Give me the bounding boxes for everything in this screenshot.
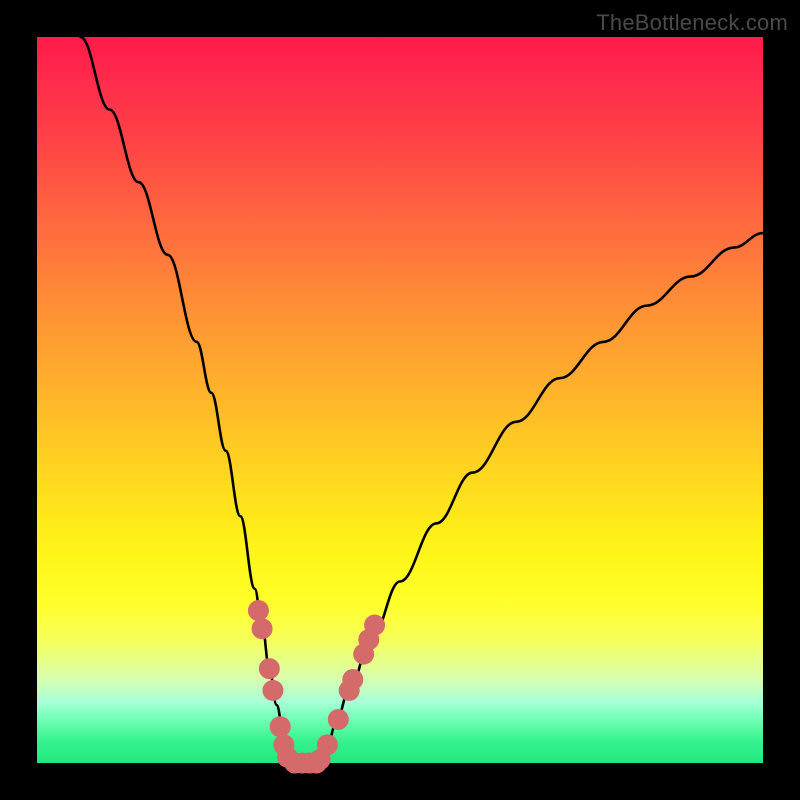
marker-dot (262, 680, 283, 701)
marker-dot (248, 600, 269, 621)
bottleneck-curve (81, 37, 763, 763)
marker-dot (252, 618, 273, 639)
chart-frame: TheBottleneck.com (0, 0, 800, 800)
marker-dot (259, 658, 280, 679)
highlight-markers (248, 600, 385, 773)
marker-dot (342, 669, 363, 690)
marker-dot (270, 716, 291, 737)
marker-dot (364, 615, 385, 636)
marker-dot (328, 709, 349, 730)
marker-dot (317, 734, 338, 755)
curve-layer (37, 37, 763, 763)
plot-area (37, 37, 763, 763)
watermark-text: TheBottleneck.com (596, 10, 788, 36)
